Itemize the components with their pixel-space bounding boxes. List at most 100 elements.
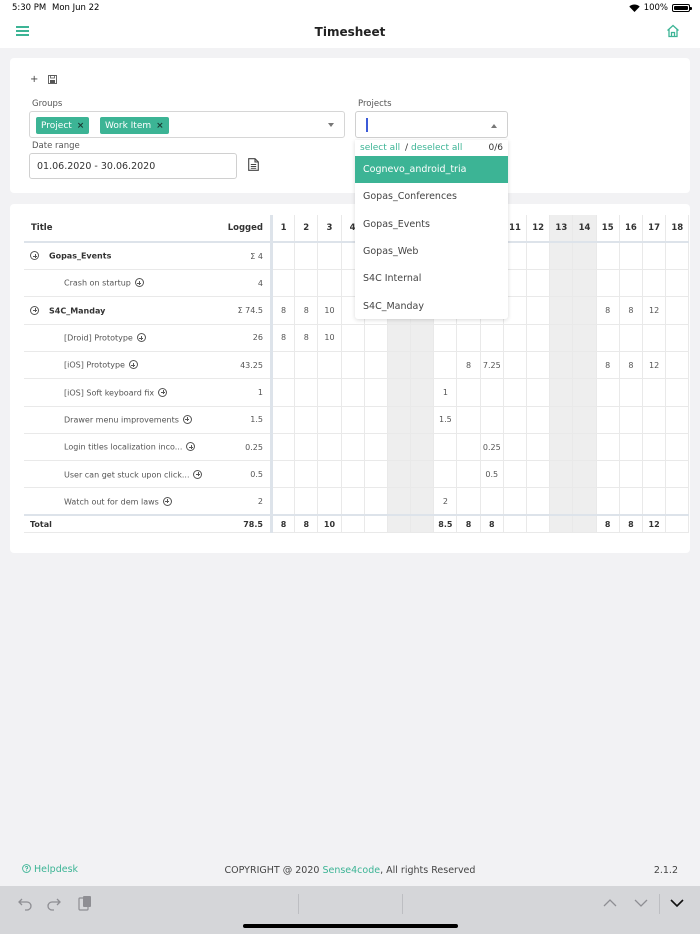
undo-icon[interactable] [17, 895, 33, 914]
day-cell[interactable] [642, 433, 667, 462]
day-cell[interactable]: 12 [642, 351, 667, 380]
day-cell[interactable] [526, 269, 551, 298]
chip-remove-icon[interactable]: × [77, 121, 85, 131]
day-cell[interactable] [572, 433, 597, 462]
dropdown-item[interactable]: Gopas_Events [355, 211, 508, 238]
paste-icon[interactable] [77, 895, 93, 914]
day-cell[interactable] [665, 460, 690, 489]
day-cell[interactable] [341, 433, 365, 462]
redo-icon[interactable] [46, 895, 62, 914]
day-cell[interactable] [317, 433, 342, 462]
day-cell[interactable] [410, 378, 435, 407]
day-cell[interactable] [410, 351, 435, 380]
day-cell[interactable] [549, 296, 574, 325]
day-cell[interactable] [364, 351, 388, 380]
day-cell[interactable] [549, 324, 574, 352]
day-cell[interactable] [271, 460, 296, 489]
day-cell[interactable] [387, 324, 412, 352]
day-cell[interactable] [642, 324, 667, 352]
expand-icon[interactable] [30, 305, 39, 315]
day-cell[interactable]: 1.5 [433, 406, 458, 434]
chevron-up-icon[interactable] [491, 124, 497, 128]
day-cell[interactable] [572, 406, 597, 434]
day-cell[interactable] [503, 460, 528, 489]
day-cell[interactable] [642, 378, 667, 407]
chevron-down-icon[interactable] [633, 895, 649, 914]
day-cell[interactable] [665, 378, 690, 407]
chevron-up-icon[interactable] [602, 895, 618, 914]
day-cell[interactable] [341, 324, 365, 352]
chevron-down-icon[interactable] [328, 123, 334, 127]
day-cell[interactable] [503, 406, 528, 434]
add-entry-icon[interactable] [182, 414, 192, 424]
day-cell[interactable] [503, 324, 528, 352]
day-cell[interactable] [271, 406, 296, 434]
day-cell[interactable] [456, 460, 481, 489]
day-cell[interactable] [642, 406, 667, 434]
day-cell[interactable] [596, 269, 620, 298]
day-cell[interactable] [317, 378, 342, 407]
day-cell[interactable] [572, 487, 597, 516]
day-cell[interactable] [619, 487, 643, 516]
day-cell[interactable] [619, 433, 643, 462]
day-cell[interactable]: 1 [433, 378, 458, 407]
day-cell[interactable] [294, 351, 319, 380]
day-cell[interactable] [364, 460, 388, 489]
day-cell[interactable] [387, 460, 412, 489]
day-cell[interactable] [456, 324, 481, 352]
day-cell[interactable] [271, 242, 296, 271]
day-cell[interactable] [572, 324, 597, 352]
day-cell[interactable] [596, 406, 620, 434]
day-cell[interactable] [317, 487, 342, 516]
day-cell[interactable] [549, 406, 574, 434]
day-cell[interactable] [549, 242, 574, 271]
day-cell[interactable] [526, 460, 551, 489]
day-cell[interactable] [619, 378, 643, 407]
day-cell[interactable] [317, 406, 342, 434]
projects-select[interactable] [355, 111, 508, 138]
day-cell[interactable] [549, 460, 574, 489]
day-cell[interactable] [642, 460, 667, 489]
dropdown-item[interactable]: S4C_Manday [355, 292, 508, 319]
dropdown-item[interactable]: S4C Internal [355, 265, 508, 292]
dropdown-item[interactable]: Gopas_Conferences [355, 183, 508, 210]
day-cell[interactable] [294, 269, 319, 298]
day-cell[interactable] [526, 351, 551, 380]
day-cell[interactable]: 8 [619, 351, 643, 380]
day-cell[interactable] [665, 351, 690, 380]
day-cell[interactable] [271, 433, 296, 462]
day-cell[interactable] [526, 324, 551, 352]
day-cell[interactable] [294, 460, 319, 489]
home-icon[interactable] [666, 24, 680, 41]
day-cell[interactable] [596, 242, 620, 271]
day-cell[interactable] [549, 351, 574, 380]
day-cell[interactable] [317, 242, 342, 271]
day-cell[interactable] [549, 269, 574, 298]
add-entry-icon[interactable] [162, 496, 172, 506]
day-cell[interactable] [596, 378, 620, 407]
day-cell[interactable] [341, 460, 365, 489]
day-cell[interactable] [364, 487, 388, 516]
day-cell[interactable]: 8 [271, 324, 296, 352]
dismiss-keyboard-icon[interactable] [669, 895, 685, 914]
day-cell[interactable] [387, 433, 412, 462]
day-cell[interactable] [410, 406, 435, 434]
day-cell[interactable] [526, 378, 551, 407]
day-cell[interactable]: 8 [456, 351, 481, 380]
day-cell[interactable]: 10 [317, 324, 342, 352]
day-cell[interactable] [433, 433, 458, 462]
day-cell[interactable] [549, 433, 574, 462]
day-cell[interactable] [456, 487, 481, 516]
day-cell[interactable] [526, 242, 551, 271]
day-cell[interactable] [456, 406, 481, 434]
day-cell[interactable]: 0.25 [480, 433, 504, 462]
day-cell[interactable] [433, 324, 458, 352]
dropdown-item[interactable]: Gopas_Web [355, 238, 508, 265]
day-cell[interactable] [619, 406, 643, 434]
day-cell[interactable] [271, 351, 296, 380]
day-cell[interactable] [456, 433, 481, 462]
day-cell[interactable] [387, 487, 412, 516]
day-cell[interactable] [317, 460, 342, 489]
day-cell[interactable] [364, 406, 388, 434]
day-cell[interactable] [387, 406, 412, 434]
